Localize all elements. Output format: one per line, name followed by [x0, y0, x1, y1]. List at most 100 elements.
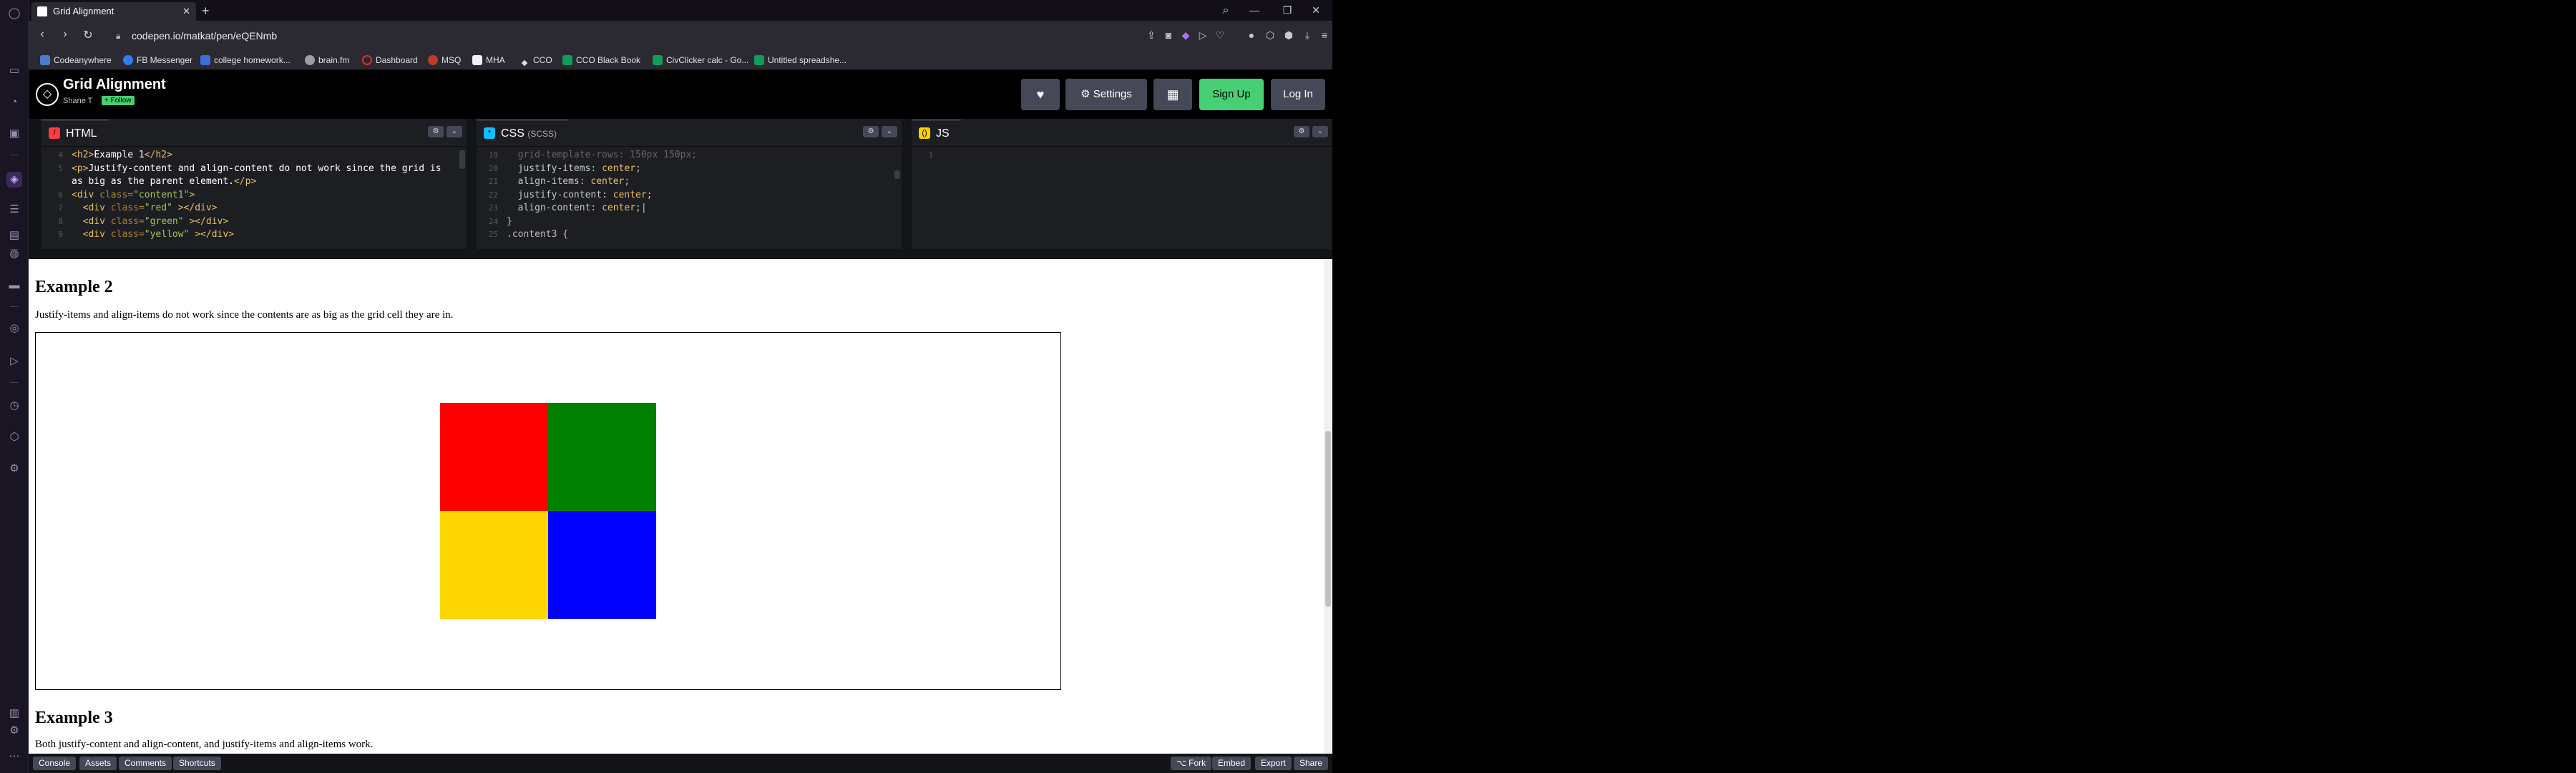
- workspace-icon[interactable]: ◈: [6, 172, 22, 188]
- wallet-toolbar-icon[interactable]: ●: [1245, 29, 1258, 41]
- sheets-icon: [562, 55, 572, 65]
- messenger-icon[interactable]: ◍: [6, 246, 22, 262]
- bookmark-fb-messenger[interactable]: FB Messenger: [123, 54, 192, 67]
- bookmark-codeanywhere[interactable]: Codeanywhere: [40, 54, 112, 67]
- gear-icon: ⚙: [1080, 88, 1093, 100]
- editor-resizer[interactable]: [902, 119, 912, 249]
- js-settings-icon[interactable]: ⚙: [1294, 126, 1309, 137]
- line-number: 6: [58, 190, 63, 200]
- address-bar[interactable]: 🔒︎ codepen.io/matkat/pen/eQENmb: [107, 26, 1166, 46]
- css-editor-tab[interactable]: * CSS (SCSS): [477, 119, 569, 145]
- bookmark-college-homework[interactable]: college homework...: [200, 54, 291, 67]
- reload-icon[interactable]: ↻: [80, 28, 96, 42]
- preview-scroll-thumb[interactable]: [1325, 431, 1331, 607]
- download-icon[interactable]: ⤓: [1301, 29, 1314, 42]
- codepen-logo-icon[interactable]: ◇: [36, 83, 59, 106]
- speed-dial-icon[interactable]: ◔: [6, 94, 22, 110]
- browser-sidebar: ◯ ▭ ◔ ▣ ◈ ☰ ▤ ◍ ▬ ◎ ▷ ◷ ⬡ ⚙ ▥ ⚙ ⋯: [0, 0, 29, 773]
- player-icon[interactable]: ◎: [6, 321, 22, 336]
- html-editor-tab[interactable]: / HTML: [42, 119, 109, 145]
- heart-icon[interactable]: ♡: [1214, 29, 1226, 42]
- vpn-icon[interactable]: ◆: [1179, 29, 1192, 42]
- settings-icon[interactable]: ⚙: [6, 461, 22, 477]
- play-icon[interactable]: ▷: [1196, 29, 1209, 42]
- html-code[interactable]: 4 <h2>Example 1</h2> 5 <p>Justify-content a…: [42, 146, 467, 249]
- layout-button[interactable]: ▦: [1153, 79, 1192, 110]
- opera-menu-icon[interactable]: ◯: [6, 6, 22, 21]
- bag-icon[interactable]: ▣: [6, 126, 22, 142]
- share-icon[interactable]: ⇪: [1145, 29, 1158, 42]
- bookmark-msq[interactable]: MSQ: [428, 54, 461, 67]
- follow-button[interactable]: + Follow: [102, 96, 135, 105]
- gaming-icon[interactable]: ▭: [6, 63, 22, 79]
- minimize-button[interactable]: —: [1238, 0, 1271, 21]
- discord-icon[interactable]: ▬: [6, 278, 22, 293]
- css-code[interactable]: 19 grid-template-rows: 150px 150px; 20 ju…: [477, 146, 902, 249]
- preview-scrollbar[interactable]: [1324, 259, 1332, 754]
- html-scrollbar[interactable]: [459, 150, 465, 169]
- editor-resizer[interactable]: [467, 119, 477, 249]
- new-tab-button[interactable]: +: [202, 2, 210, 19]
- grid-cell-red: [440, 403, 548, 511]
- menu-icon[interactable]: ≡: [1318, 29, 1331, 41]
- more-icon[interactable]: ⋯: [6, 749, 22, 764]
- panel-icon[interactable]: ▥: [6, 706, 22, 721]
- embed-button[interactable]: Embed: [1212, 757, 1252, 770]
- share-button[interactable]: Share: [1294, 757, 1329, 770]
- settings-button[interactable]: ⚙ Settings: [1065, 79, 1147, 110]
- pen-author[interactable]: Shane T: [63, 97, 92, 105]
- news-icon[interactable]: ☰: [6, 202, 22, 218]
- log-in-button[interactable]: Log In: [1271, 79, 1325, 110]
- html-collapse-icon[interactable]: ⌄: [447, 126, 462, 137]
- url-text: codepen.io/matkat/pen/eQENmb: [132, 30, 278, 42]
- tab-grid-alignment[interactable]: Grid Alignment ✕: [31, 2, 196, 21]
- wallet-icon[interactable]: ▤: [6, 228, 22, 243]
- bookmark-dashboard[interactable]: Dashboard: [362, 54, 418, 67]
- extensions-box-icon[interactable]: ⬢: [1282, 29, 1295, 42]
- code-line: align-content: center;|: [507, 203, 647, 213]
- html-settings-icon[interactable]: ⚙: [428, 126, 444, 137]
- close-window-button[interactable]: ✕: [1299, 0, 1332, 21]
- bookmark-cco[interactable]: ◆ CCO: [519, 54, 552, 68]
- css-settings-icon[interactable]: ⚙: [863, 126, 879, 137]
- grid-cell-green: [548, 403, 656, 511]
- history-icon[interactable]: ◷: [6, 398, 22, 414]
- love-button[interactable]: ♥: [1021, 79, 1060, 110]
- line-number: 20: [488, 163, 498, 173]
- bookmark-brain-fm[interactable]: brain.fm: [305, 54, 349, 67]
- code-line: align-items: center;: [507, 176, 630, 187]
- mha-icon: [472, 55, 482, 65]
- export-button[interactable]: Export: [1255, 757, 1292, 770]
- assets-button[interactable]: Assets: [79, 757, 117, 770]
- bookmark-mha[interactable]: MHA: [472, 54, 505, 67]
- console-button[interactable]: Console: [33, 757, 77, 770]
- comments-button[interactable]: Comments: [119, 757, 172, 770]
- back-icon[interactable]: ‹: [34, 28, 50, 41]
- extensions-icon[interactable]: ⬡: [6, 429, 22, 445]
- fork-button[interactable]: ⌥ Fork: [1171, 757, 1212, 770]
- close-icon[interactable]: ✕: [182, 2, 190, 21]
- css-scrollbar[interactable]: [894, 170, 900, 179]
- js-collapse-icon[interactable]: ⌄: [1312, 126, 1328, 137]
- bookmark-untitled-spreadsheet[interactable]: Untitled spreadshe...: [754, 54, 847, 67]
- shortcuts-button[interactable]: Shortcuts: [173, 757, 221, 770]
- line-number: 1: [928, 150, 933, 160]
- send-icon[interactable]: ▷: [6, 354, 22, 369]
- js-code[interactable]: 1: [912, 146, 1332, 249]
- camera-icon[interactable]: ◙: [1162, 29, 1175, 41]
- line-number: 23: [488, 203, 498, 213]
- extension-icon[interactable]: ⬡: [1264, 29, 1277, 42]
- js-editor-tab[interactable]: () JS: [912, 119, 961, 145]
- settings-small-icon[interactable]: ⚙: [6, 723, 22, 739]
- brainfm-icon: [305, 55, 315, 65]
- css-collapse-icon[interactable]: ⌄: [882, 126, 897, 137]
- forward-icon[interactable]: ›: [57, 28, 73, 41]
- css-icon: *: [484, 127, 495, 139]
- html-editor-pane: / HTML ⚙ ⌄ 4 <h2>Example 1</h2> 5 <p>Justif…: [42, 119, 467, 249]
- example-2-text: Justify-items and align-items do not wor…: [35, 309, 454, 321]
- sign-up-button[interactable]: Sign Up: [1199, 79, 1264, 110]
- bookmark-cco-black-book[interactable]: CCO Black Book: [562, 54, 640, 67]
- bookmark-civclicker[interactable]: CivClicker calc - Go...: [653, 54, 748, 67]
- empty-desktop-area: [1332, 0, 2576, 773]
- js-editor-pane: () JS ⚙ ⌄ 1: [912, 119, 1332, 249]
